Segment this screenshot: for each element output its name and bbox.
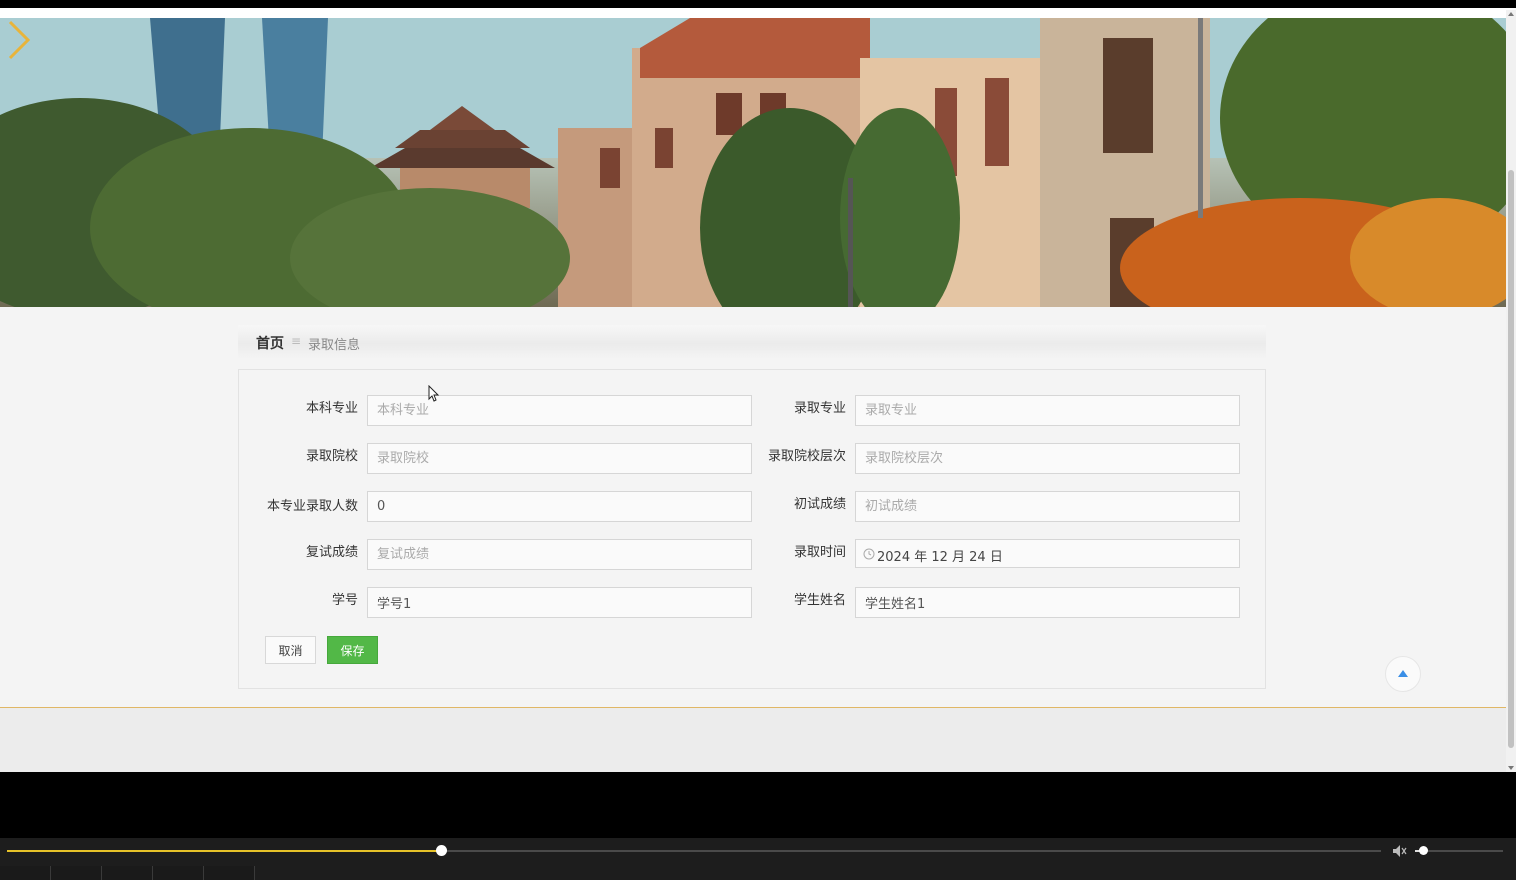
vertical-scrollbar[interactable] bbox=[1506, 10, 1516, 772]
admit-major-input[interactable] bbox=[855, 395, 1240, 426]
browser-viewport: 首页 ≡ 录取信息 本科专业 录取专业 录取院校 录取院校层次 本专业录取人数 … bbox=[0, 0, 1516, 772]
volume-handle[interactable] bbox=[1418, 846, 1428, 855]
clock-icon bbox=[863, 548, 875, 560]
player-tab[interactable] bbox=[102, 866, 153, 880]
player-tab[interactable] bbox=[51, 866, 102, 880]
undergrad-major-input[interactable] bbox=[367, 395, 752, 426]
student-name-input[interactable] bbox=[855, 587, 1240, 618]
admit-time-picker[interactable]: 2024 年 12 月 24 日 bbox=[855, 539, 1240, 568]
retest-score-label: 复试成绩 bbox=[305, 545, 358, 560]
student-id-label: 学号 bbox=[331, 593, 358, 608]
breadcrumb-home-link[interactable]: 首页 bbox=[256, 333, 284, 353]
admit-school-level-label: 录取院校层次 bbox=[767, 449, 846, 464]
mouse-cursor-icon bbox=[428, 385, 440, 402]
save-button[interactable]: 保存 bbox=[327, 636, 378, 664]
seek-bar[interactable] bbox=[7, 845, 1381, 856]
seek-handle[interactable] bbox=[436, 845, 448, 856]
player-tab[interactable] bbox=[204, 866, 255, 880]
player-tab[interactable] bbox=[0, 866, 51, 880]
player-tab-strip bbox=[0, 866, 255, 880]
major-admit-count-label: 本专业录取人数 bbox=[266, 499, 358, 514]
seek-progress bbox=[7, 850, 442, 852]
scroll-down-icon[interactable] bbox=[1508, 766, 1514, 770]
admit-time-value: 2024 年 12 月 24 日 bbox=[877, 550, 1003, 565]
student-name-label: 学生姓名 bbox=[793, 593, 846, 608]
player-tab[interactable] bbox=[153, 866, 204, 880]
campus-banner-image bbox=[0, 18, 1506, 307]
video-player-controls bbox=[0, 838, 1516, 880]
retest-score-input[interactable] bbox=[367, 539, 752, 570]
admit-major-label: 录取专业 bbox=[793, 401, 846, 416]
admit-school-label: 录取院校 bbox=[305, 449, 358, 464]
admit-time-label: 录取时间 bbox=[793, 545, 846, 560]
banner-carousel bbox=[0, 18, 1506, 307]
cancel-button[interactable]: 取消 bbox=[265, 636, 316, 664]
major-admit-count-input[interactable] bbox=[367, 491, 752, 522]
admit-school-level-input[interactable] bbox=[855, 443, 1240, 474]
scroll-up-icon[interactable] bbox=[1508, 12, 1514, 16]
scrollbar-thumb[interactable] bbox=[1508, 170, 1514, 748]
breadcrumb: 首页 ≡ 录取信息 bbox=[238, 325, 1266, 359]
top-bar bbox=[0, 0, 1516, 8]
volume-slider[interactable] bbox=[1415, 846, 1503, 855]
initial-score-input[interactable] bbox=[855, 491, 1240, 522]
breadcrumb-separator-icon: ≡ bbox=[291, 334, 302, 348]
student-id-input[interactable] bbox=[367, 587, 752, 618]
admit-school-input[interactable] bbox=[367, 443, 752, 474]
initial-score-label: 初试成绩 bbox=[793, 497, 846, 512]
chevron-right-icon[interactable] bbox=[0, 18, 36, 62]
footer bbox=[0, 707, 1506, 772]
speaker-icon[interactable] bbox=[1392, 844, 1408, 858]
caret-up-icon bbox=[1398, 670, 1408, 677]
undergrad-major-label: 本科专业 bbox=[305, 401, 358, 416]
back-to-top-button[interactable] bbox=[1385, 656, 1421, 692]
breadcrumb-current: 录取信息 bbox=[308, 338, 361, 353]
